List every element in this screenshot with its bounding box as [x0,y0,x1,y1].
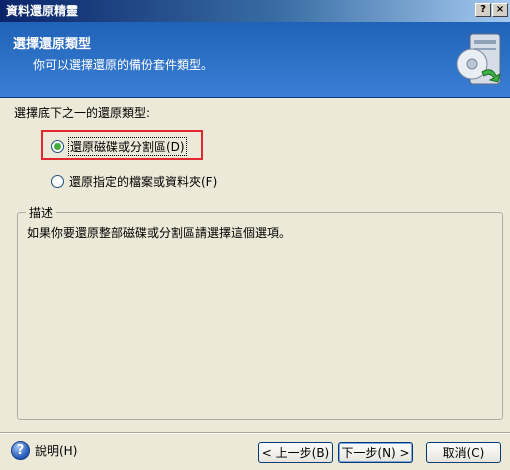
radio-restore-files[interactable]: 還原指定的檔案或資料夾(F) [51,173,217,190]
radio-button-icon[interactable] [51,175,64,188]
cancel-button[interactable]: 取消(C) [426,442,501,463]
description-group [17,212,503,420]
restore-wizard-icon [456,33,501,85]
back-button[interactable]: < 上一步(B) [258,442,333,463]
wizard-header: 選擇還原類型 你可以選擇還原的備份套件類型。 [0,22,510,98]
title-bar: 資料還原精靈 ? × [0,0,510,22]
description-legend: 描述 [26,204,57,221]
page-subtitle: 你可以選擇還原的備份套件類型。 [33,58,214,72]
help-icon[interactable]: ? [11,441,30,460]
help-label[interactable]: 說明(H) [35,442,77,459]
window-title: 資料還原精靈 [6,4,79,18]
prompt-label: 選擇底下之一的還原類型: [14,106,151,120]
page-title: 選擇還原類型 [13,37,92,52]
description-text: 如果你要還原整部磁碟或分割區請選擇這個選項。 [27,226,292,240]
next-button[interactable]: 下一步(N) > [338,442,413,463]
title-help-button[interactable]: ? [475,3,491,17]
footer-divider [0,432,510,434]
radio-label: 還原指定的檔案或資料夾(F) [69,175,218,189]
help-link[interactable]: ? 說明(H) [11,441,77,460]
radio-restore-disk[interactable]: 還原磁碟或分割區(D) [51,137,187,156]
close-button[interactable]: × [492,3,508,17]
radio-label: 還原磁碟或分割區(D) [68,137,187,156]
radio-button-icon[interactable] [51,140,64,153]
